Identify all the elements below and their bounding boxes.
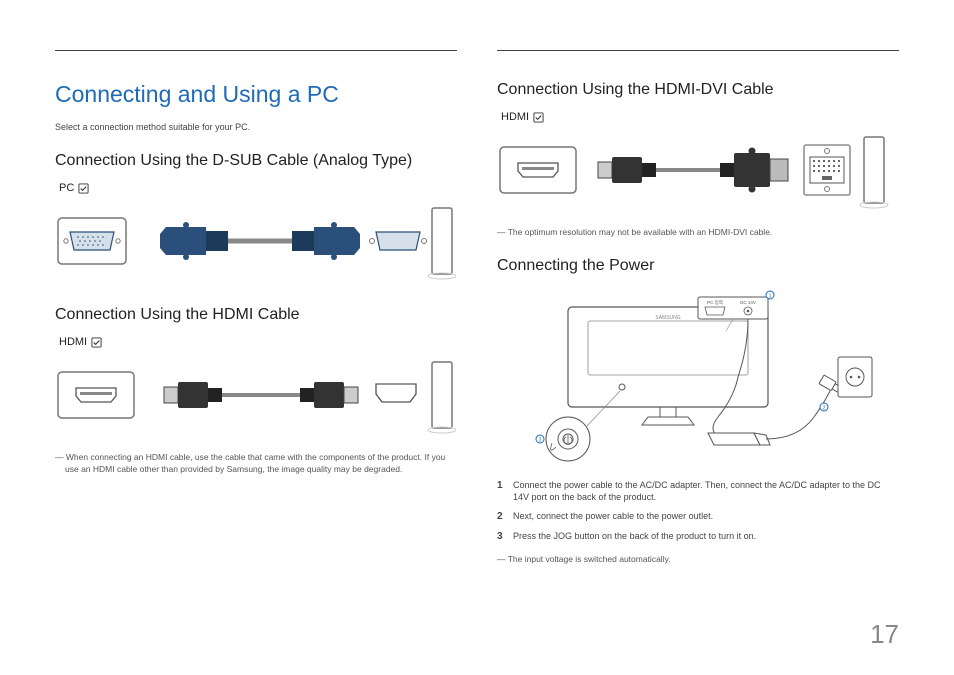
dsub-port-label: PC: [59, 182, 457, 194]
port-label-text: HDMI: [501, 111, 529, 123]
dsub-diagram: [55, 200, 457, 288]
hdmi-dvi-port-label: HDMI: [501, 111, 899, 123]
hdmi-dvi-note: The optimum resolution may not be availa…: [497, 227, 899, 239]
port-label-text: HDMI: [59, 336, 87, 348]
svg-text:2: 2: [823, 405, 826, 411]
panel-right-label: DC 14V: [740, 300, 756, 305]
port-label-text: PC: [59, 182, 74, 194]
step-item: 1 Connect the power cable to the AC/DC ad…: [497, 479, 899, 504]
svg-text:1: 1: [769, 293, 772, 299]
right-column: Connection Using the HDMI-DVI Cable HDMI: [497, 50, 899, 566]
step-item: 2 Next, connect the power cable to the po…: [497, 510, 899, 524]
step-text: Press the JOG button on the back of the …: [513, 530, 756, 544]
dsub-heading: Connection Using the D-SUB Cable (Analog…: [55, 152, 457, 170]
section-title: Connecting and Using a PC: [55, 50, 457, 108]
hdmi-dvi-heading: Connection Using the HDMI-DVI Cable: [497, 81, 899, 99]
two-column-layout: Connecting and Using a PC Select a conne…: [55, 50, 899, 566]
page-number: 17: [870, 619, 899, 650]
hdmi-diagram: [55, 354, 457, 442]
step-number: 3: [497, 530, 505, 544]
step-number: 2: [497, 510, 505, 524]
power-diagram: SAMSUNG PC 입력 DC 14V 1: [497, 287, 899, 467]
port-icon: [533, 112, 544, 123]
intro-text: Select a connection method suitable for …: [55, 122, 457, 132]
step-item: 3 Press the JOG button on the back of the…: [497, 530, 899, 544]
step-text: Next, connect the power cable to the pow…: [513, 510, 713, 524]
manual-page: Connecting and Using a PC Select a conne…: [0, 0, 954, 586]
left-column: Connecting and Using a PC Select a conne…: [55, 50, 457, 566]
panel-left-label: PC 입력: [707, 299, 723, 306]
port-icon: [91, 337, 102, 348]
svg-text:SAMSUNG: SAMSUNG: [655, 315, 680, 321]
step-text: Connect the power cable to the AC/DC ada…: [513, 479, 899, 504]
hdmi-heading: Connection Using the HDMI Cable: [55, 306, 457, 324]
hdmi-cable-illustration: [56, 354, 456, 442]
step-number: 1: [497, 479, 505, 504]
hdmi-dvi-cable-illustration: [498, 129, 898, 217]
dsub-cable-illustration: [56, 200, 456, 288]
power-note: The input voltage is switched automatica…: [497, 554, 899, 566]
svg-text:3: 3: [539, 437, 542, 443]
column-top-rule: [497, 50, 899, 51]
hdmi-note: When connecting an HDMI cable, use the c…: [55, 452, 457, 476]
hdmi-dvi-diagram: [497, 129, 899, 217]
port-icon: [78, 183, 89, 194]
power-steps: 1 Connect the power cable to the AC/DC ad…: [497, 479, 899, 544]
power-heading: Connecting the Power: [497, 257, 899, 275]
hdmi-port-label: HDMI: [59, 336, 457, 348]
power-illustration: SAMSUNG PC 입력 DC 14V 1: [508, 287, 888, 467]
